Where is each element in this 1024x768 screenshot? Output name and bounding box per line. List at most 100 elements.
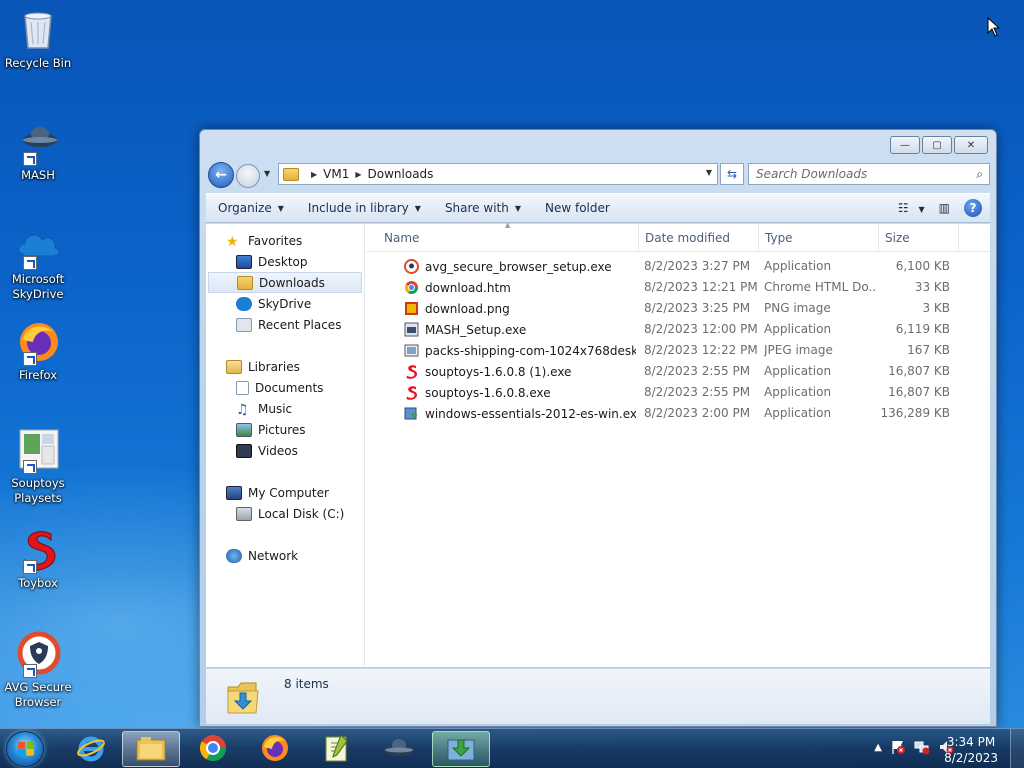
item-count: 8 items bbox=[284, 677, 329, 691]
taskbar-notepad-plus-plus[interactable] bbox=[308, 731, 366, 767]
nav-libraries[interactable]: Libraries bbox=[206, 356, 364, 377]
nav-my-computer[interactable]: My Computer bbox=[206, 482, 364, 503]
nav-network[interactable]: Network bbox=[206, 545, 364, 566]
downloads-folder-icon bbox=[226, 677, 260, 717]
desktop-icon-label: AVG Secure Browser bbox=[4, 680, 72, 709]
share-with-button[interactable]: Share with ▼ bbox=[433, 201, 533, 215]
taskbar-internet-explorer[interactable] bbox=[62, 731, 120, 767]
nav-documents[interactable]: Documents bbox=[206, 377, 364, 398]
new-folder-button[interactable]: New folder bbox=[533, 201, 622, 215]
include-in-library-button[interactable]: Include in library ▼ bbox=[296, 201, 433, 215]
videos-film-icon bbox=[236, 443, 252, 458]
help-icon[interactable]: ? bbox=[964, 199, 982, 217]
nav-label: Recent Places bbox=[258, 317, 342, 332]
action-center-flag-icon[interactable] bbox=[890, 739, 906, 755]
search-icon[interactable]: ⌕ bbox=[976, 167, 983, 182]
organize-button[interactable]: Organize ▼ bbox=[206, 201, 296, 215]
desktop-icon-skydrive[interactable]: Microsoft SkyDrive bbox=[4, 222, 72, 302]
mouse-pointer-icon bbox=[987, 16, 1001, 40]
taskbar-chrome[interactable] bbox=[184, 731, 242, 767]
desktop-icon-firefox[interactable]: Firefox bbox=[4, 318, 72, 383]
file-row[interactable]: avg_secure_browser_setup.exe 8/2/2023 3:… bbox=[366, 256, 990, 277]
address-dropdown-icon[interactable]: ▼ bbox=[706, 168, 712, 177]
recent-places-icon bbox=[236, 317, 252, 332]
shortcut-arrow-icon bbox=[23, 256, 37, 270]
nav-favorites[interactable]: ★ Favorites bbox=[206, 230, 364, 251]
taskbar-firefox[interactable] bbox=[246, 731, 304, 767]
breadcrumb-vm1[interactable]: VM1 bbox=[323, 167, 349, 181]
hard-drive-icon bbox=[236, 506, 252, 521]
file-name: souptoys-1.6.0.8.exe bbox=[425, 385, 551, 400]
nav-downloads[interactable]: Downloads bbox=[208, 272, 362, 293]
share-with-label: Share with bbox=[444, 201, 509, 215]
maximize-button[interactable]: ▢ bbox=[922, 136, 952, 154]
nav-videos[interactable]: Videos bbox=[206, 440, 364, 461]
forward-button[interactable] bbox=[236, 164, 260, 188]
breadcrumb-separator-icon[interactable]: ▶ bbox=[355, 170, 361, 179]
file-row[interactable]: MASH_Setup.exe 8/2/2023 12:00 PM Applica… bbox=[366, 319, 990, 340]
file-type: Application bbox=[764, 259, 832, 273]
computer-icon bbox=[226, 485, 242, 500]
nav-label: Libraries bbox=[248, 359, 300, 374]
address-bar[interactable]: ▶ VM1 ▶ Downloads ▼ bbox=[278, 163, 718, 185]
show-hidden-icons-button[interactable]: ▲ bbox=[874, 742, 882, 753]
preview-pane-button[interactable]: ▥ bbox=[939, 201, 950, 215]
search-input[interactable]: Search Downloads ⌕ bbox=[748, 163, 990, 185]
change-view-button[interactable]: ☷ ▼ bbox=[898, 201, 925, 215]
column-header-size[interactable]: Size bbox=[885, 231, 910, 245]
breadcrumb-downloads[interactable]: Downloads bbox=[368, 167, 434, 181]
desktop-icon-recycle-bin[interactable]: Recycle Bin bbox=[4, 6, 72, 71]
desktop-icon-mash[interactable]: MASH bbox=[4, 118, 72, 183]
nav-local-disk[interactable]: Local Disk (C:) bbox=[206, 503, 364, 524]
minimize-button[interactable]: — bbox=[890, 136, 920, 154]
desktop-icon-avg-secure-browser[interactable]: AVG Secure Browser bbox=[4, 630, 72, 710]
taskbar: ▲ 3:34 PM 8/2/2023 bbox=[0, 728, 1024, 768]
file-name: avg_secure_browser_setup.exe bbox=[425, 259, 612, 274]
file-row[interactable]: download.htm 8/2/2023 12:21 PM Chrome HT… bbox=[366, 277, 990, 298]
column-header-type[interactable]: Type bbox=[765, 231, 793, 245]
column-header-date[interactable]: Date modified bbox=[645, 231, 730, 245]
file-name: souptoys-1.6.0.8 (1).exe bbox=[425, 364, 572, 379]
star-icon: ★ bbox=[226, 233, 239, 250]
nav-label: Music bbox=[258, 401, 293, 416]
nav-skydrive[interactable]: SkyDrive bbox=[206, 293, 364, 314]
refresh-button[interactable]: ⇆ bbox=[720, 163, 744, 185]
file-row[interactable]: windows-essentials-2012-es-win.exe 8/2/2… bbox=[366, 403, 990, 424]
file-date: 8/2/2023 3:25 PM bbox=[644, 301, 751, 315]
recent-pages-dropdown[interactable]: ▼ bbox=[264, 169, 270, 178]
clock-date: 8/2/2023 bbox=[944, 751, 998, 765]
shortcut-arrow-icon bbox=[23, 460, 37, 474]
file-row[interactable]: packs-shipping-com-1024x768desktop-b... … bbox=[366, 340, 990, 361]
taskbar-downloads-window[interactable] bbox=[432, 731, 490, 767]
file-type: Application bbox=[764, 385, 832, 399]
desktop-icon-label: Firefox bbox=[18, 368, 58, 382]
file-type: JPEG image bbox=[764, 343, 833, 357]
file-row[interactable]: download.png 8/2/2023 3:25 PM PNG image … bbox=[366, 298, 990, 319]
nav-desktop[interactable]: Desktop bbox=[206, 251, 364, 272]
maximize-icon: ▢ bbox=[932, 139, 942, 151]
close-button[interactable]: ✕ bbox=[954, 136, 988, 154]
taskbar-windows-explorer[interactable] bbox=[122, 731, 180, 767]
breadcrumb-separator-icon[interactable]: ▶ bbox=[311, 170, 317, 179]
chevron-down-icon: ▼ bbox=[414, 203, 421, 213]
desktop-icon-souptoys-playsets[interactable]: Souptoys Playsets bbox=[4, 426, 72, 506]
nav-recent-places[interactable]: Recent Places bbox=[206, 314, 364, 335]
jpeg-image-icon bbox=[404, 343, 419, 358]
explorer-window[interactable]: — ▢ ✕ ← ▼ ▶ VM1 ▶ Downloads ▼ ⇆ Search D… bbox=[199, 129, 997, 727]
file-row[interactable]: souptoys-1.6.0.8.exe 8/2/2023 2:55 PM Ap… bbox=[366, 382, 990, 403]
taskbar-clock[interactable]: 3:34 PM 8/2/2023 bbox=[944, 734, 998, 766]
back-button[interactable]: ← bbox=[208, 162, 234, 188]
desktop-icon-toybox[interactable]: Toybox bbox=[4, 526, 72, 591]
show-desktop-button[interactable] bbox=[1010, 729, 1024, 768]
file-date: 8/2/2023 2:55 PM bbox=[644, 364, 751, 378]
column-header-name[interactable]: Name bbox=[384, 231, 419, 245]
nav-pictures[interactable]: Pictures bbox=[206, 419, 364, 440]
start-button[interactable] bbox=[6, 731, 44, 767]
nav-music[interactable]: ♫ Music bbox=[206, 398, 364, 419]
column-headers: ▲ Name Date modified Type Size bbox=[366, 221, 990, 252]
desktop-icon bbox=[236, 254, 252, 269]
taskbar-mash[interactable] bbox=[370, 731, 428, 767]
network-status-icon[interactable] bbox=[914, 739, 930, 755]
file-size: 33 KB bbox=[914, 280, 950, 294]
file-row[interactable]: souptoys-1.6.0.8 (1).exe 8/2/2023 2:55 P… bbox=[366, 361, 990, 382]
